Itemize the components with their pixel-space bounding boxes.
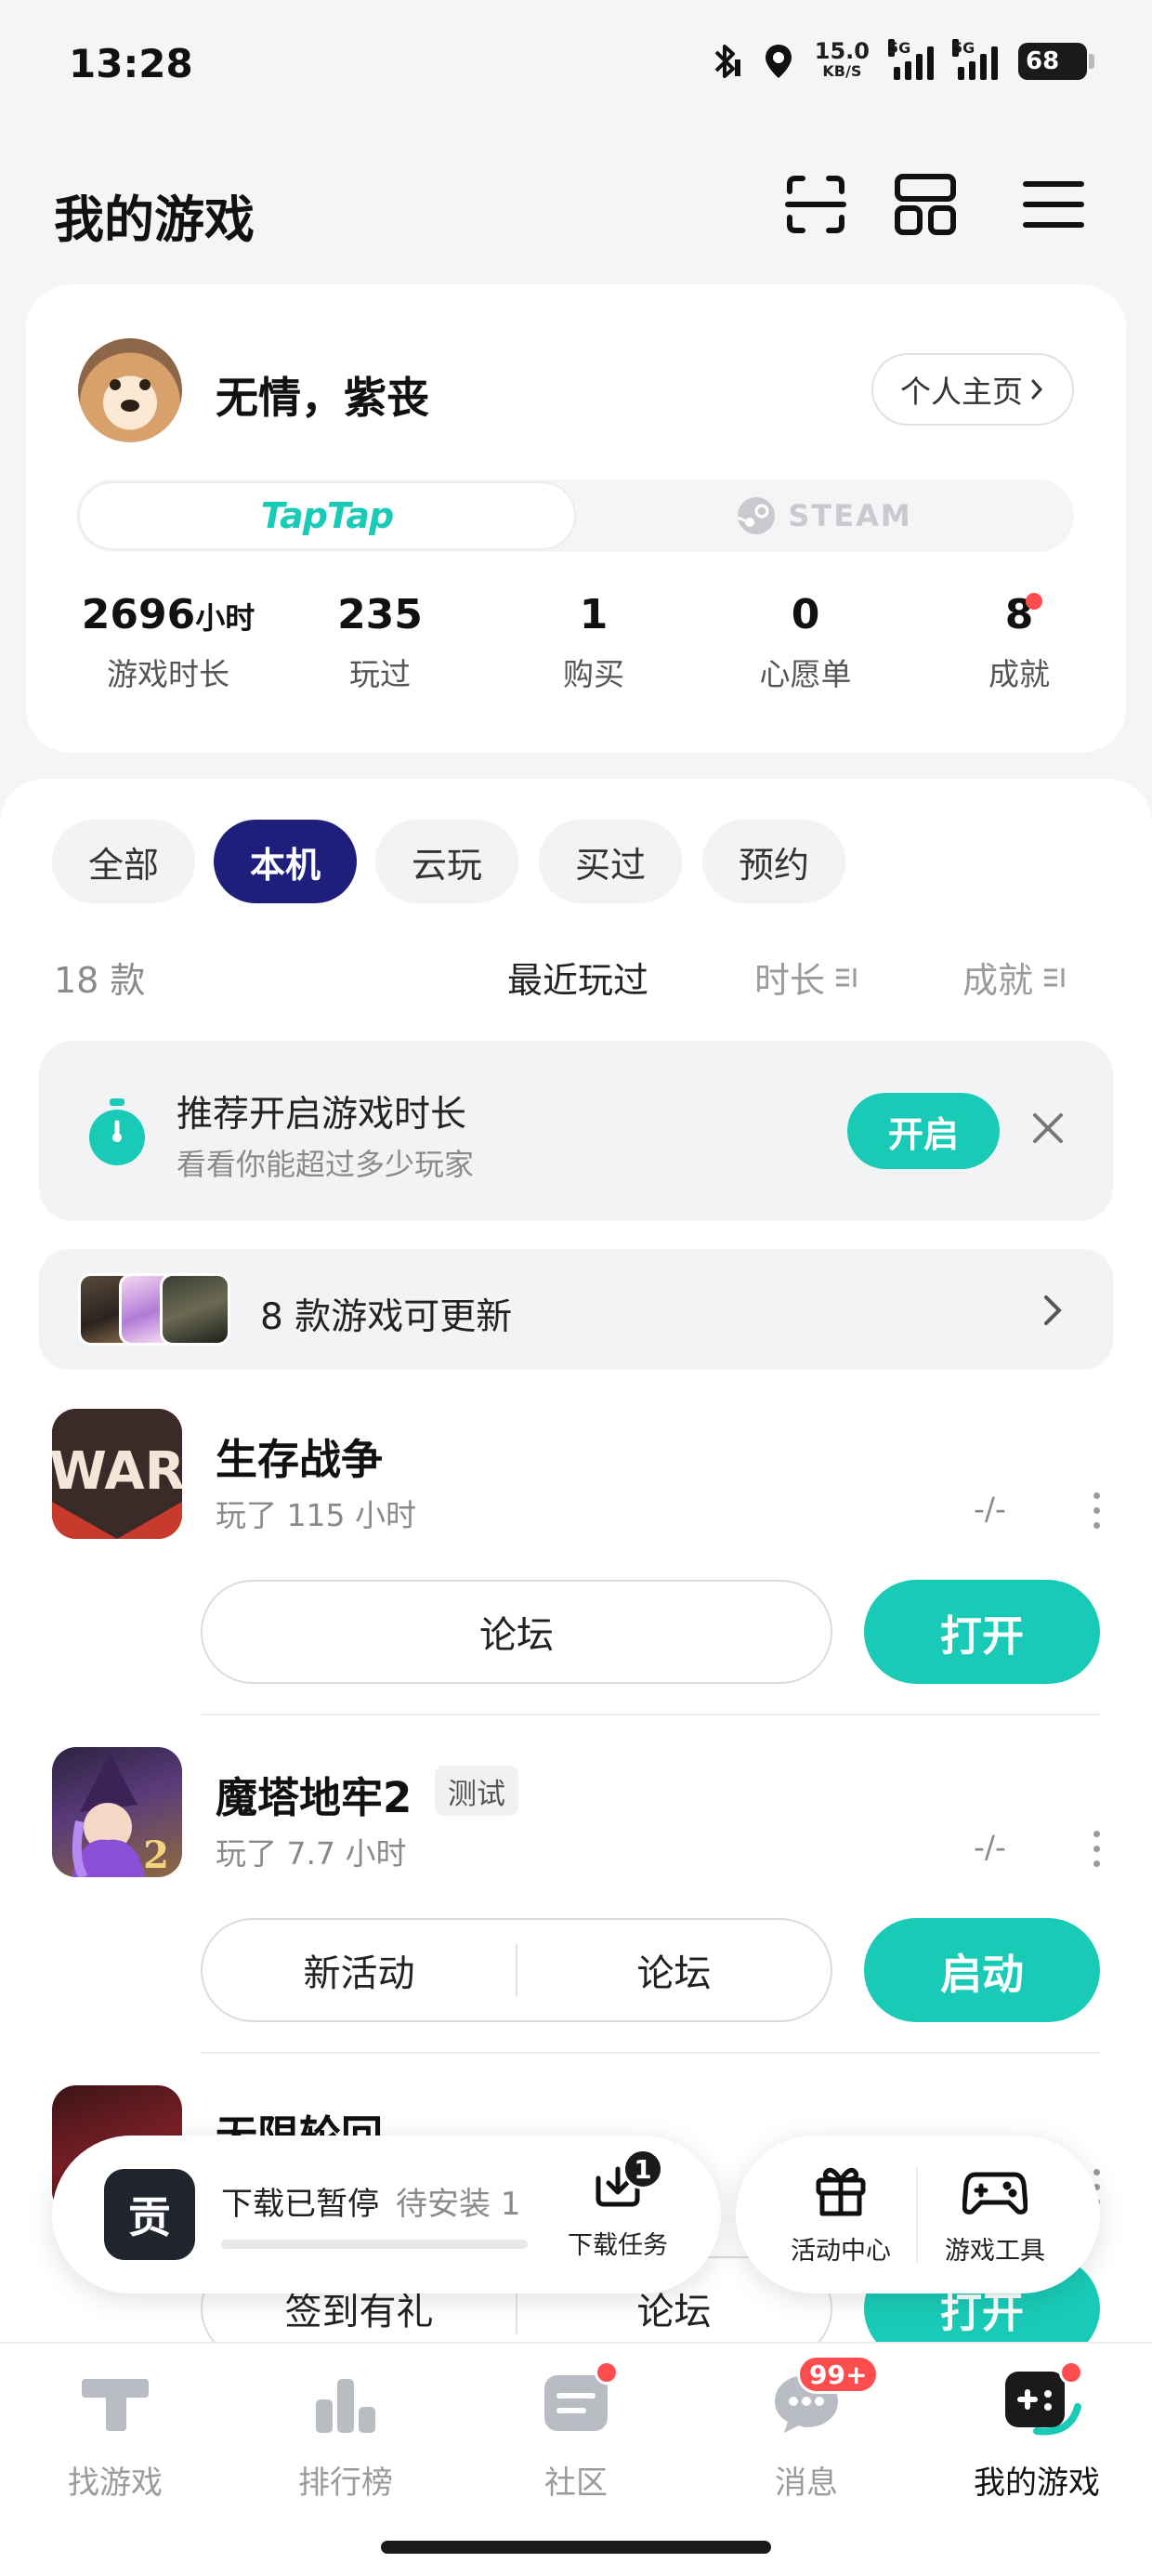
- forum-button[interactable]: 论坛: [203, 1605, 831, 1659]
- divider: [201, 2052, 1100, 2054]
- stat-wishlist[interactable]: 0 心愿单: [699, 591, 912, 694]
- message-badge: 99+: [797, 2355, 880, 2394]
- divider: [201, 1714, 1100, 1715]
- event-center-button[interactable]: 活动中心: [771, 2162, 910, 2267]
- avatar[interactable]: [78, 338, 182, 442]
- tools-divider: [916, 2167, 918, 2262]
- filter-chip-reserved[interactable]: 预约: [702, 820, 845, 903]
- banner-title: 推荐开启游戏时长: [177, 1094, 467, 1136]
- signal-sim1-icon: 5G: [888, 39, 934, 80]
- stat-play-time[interactable]: 2696小时 游戏时长: [61, 591, 275, 694]
- sort-recent[interactable]: 最近玩过: [507, 952, 648, 1003]
- scan-icon[interactable]: [779, 167, 853, 242]
- forum-button[interactable]: 论坛: [517, 1943, 831, 1997]
- status-time: 13:28: [69, 41, 193, 86]
- game-secondary-actions: 论坛: [201, 1580, 832, 1684]
- stat-achievements[interactable]: 8 成就: [912, 591, 1126, 694]
- nav-find-games[interactable]: 找游戏: [22, 2366, 208, 2503]
- achievement-red-dot: [1026, 593, 1042, 610]
- sort-icon: [836, 967, 857, 987]
- game-playtime: 玩了 115 小时: [216, 1497, 416, 1533]
- download-tasks-button[interactable]: 1 下载任务: [557, 2149, 678, 2261]
- username: 无情，紫丧: [216, 373, 429, 423]
- game-name: 生存战争: [216, 1435, 384, 1484]
- svg-text:WAR: WAR: [52, 1441, 182, 1502]
- nav-rankings[interactable]: 排行榜: [253, 2366, 439, 2503]
- more-icon[interactable]: [1089, 1492, 1104, 1529]
- platform-tab-taptap[interactable]: TapTap: [78, 481, 576, 550]
- game-tools-button[interactable]: 游戏工具: [925, 2162, 1065, 2267]
- filter-chip-cloud[interactable]: 云玩: [375, 820, 518, 903]
- stat-played[interactable]: 235 玩过: [273, 591, 487, 694]
- game-progress: -/-: [974, 1829, 1006, 1865]
- banner-subtitle: 看看你能超过多少玩家: [177, 1147, 475, 1182]
- battery-level: 68: [1026, 47, 1060, 75]
- gamepad-icon: [962, 2172, 1028, 2215]
- game-name: 魔塔地牢2: [216, 1773, 412, 1822]
- download-pending: 待安装 1: [396, 2186, 521, 2223]
- page-title: 我的游戏: [54, 191, 255, 249]
- home-indicator[interactable]: [381, 2541, 771, 2554]
- chevron-right-icon: [1044, 1295, 1062, 1325]
- more-icon[interactable]: [1089, 1831, 1104, 1867]
- task-count-badge: 1: [622, 2149, 663, 2189]
- close-icon[interactable]: [1028, 1108, 1068, 1149]
- download-progress-bar: [221, 2240, 528, 2249]
- status-icons: 15.0 KB/S 5G 5G 68: [711, 38, 1094, 82]
- sort-achievement[interactable]: 成就: [962, 952, 1067, 1003]
- bluetooth-icon: [714, 45, 740, 78]
- game-secondary-actions: 新活动 论坛: [201, 1918, 832, 2022]
- test-badge: 测试: [435, 1766, 518, 1816]
- network-speed: 15.0 KB/S: [814, 38, 870, 80]
- update-thumb-3: [160, 1273, 230, 1346]
- community-red-dot: [595, 2360, 619, 2385]
- filter-chip-all[interactable]: 全部: [52, 820, 195, 903]
- steam-icon: [737, 497, 776, 534]
- game-count: 18 款: [54, 960, 146, 1001]
- location-icon: [765, 45, 792, 78]
- launch-game-button[interactable]: 启动: [864, 1918, 1100, 2022]
- menu-icon[interactable]: [1016, 167, 1091, 242]
- nav-community[interactable]: 社区: [483, 2360, 669, 2503]
- filter-chip-bought[interactable]: 买过: [539, 820, 682, 903]
- svg-text:2: 2: [143, 1833, 169, 1877]
- taptap-icon: [82, 2379, 149, 2431]
- witch-game-icon[interactable]: 2: [52, 1747, 182, 1877]
- enable-playtime-button[interactable]: 开启: [847, 1093, 1000, 1169]
- my-games-red-dot: [1059, 2360, 1083, 2385]
- download-app-icon: 贡: [104, 2169, 195, 2260]
- chevron-right-icon: [1031, 379, 1043, 400]
- sort-playtime[interactable]: 时长: [754, 952, 858, 1003]
- grid-icon[interactable]: [888, 167, 962, 242]
- profile-home-button[interactable]: 个人主页: [871, 353, 1074, 426]
- game-progress: -/-: [974, 1491, 1006, 1527]
- filter-chip-local[interactable]: 本机: [214, 820, 357, 903]
- download-status: 下载已暂停: [221, 2186, 379, 2223]
- nav-my-games[interactable]: 我的游戏: [944, 2360, 1130, 2503]
- signal-sim2-icon: 5G: [952, 39, 998, 80]
- sort-icon: [1044, 967, 1065, 987]
- stopwatch-icon: [89, 1098, 145, 1165]
- stat-purchased[interactable]: 1 购买: [487, 591, 700, 694]
- profile-home-label: 个人主页: [900, 374, 1023, 410]
- updates-text: 8 款游戏可更新: [260, 1296, 513, 1338]
- new-event-button[interactable]: 新活动: [203, 1943, 516, 1997]
- open-game-button[interactable]: 打开: [864, 1580, 1100, 1684]
- battery-icon: 68: [1018, 43, 1094, 80]
- gift-icon: [816, 2167, 866, 2216]
- nav-messages[interactable]: 99+ 消息: [713, 2355, 899, 2503]
- war-game-icon[interactable]: WAR: [52, 1409, 182, 1539]
- platform-tab-steam[interactable]: STEAM: [576, 481, 1072, 550]
- game-playtime: 玩了 7.7 小时: [216, 1835, 407, 1872]
- ranking-icon: [316, 2379, 375, 2433]
